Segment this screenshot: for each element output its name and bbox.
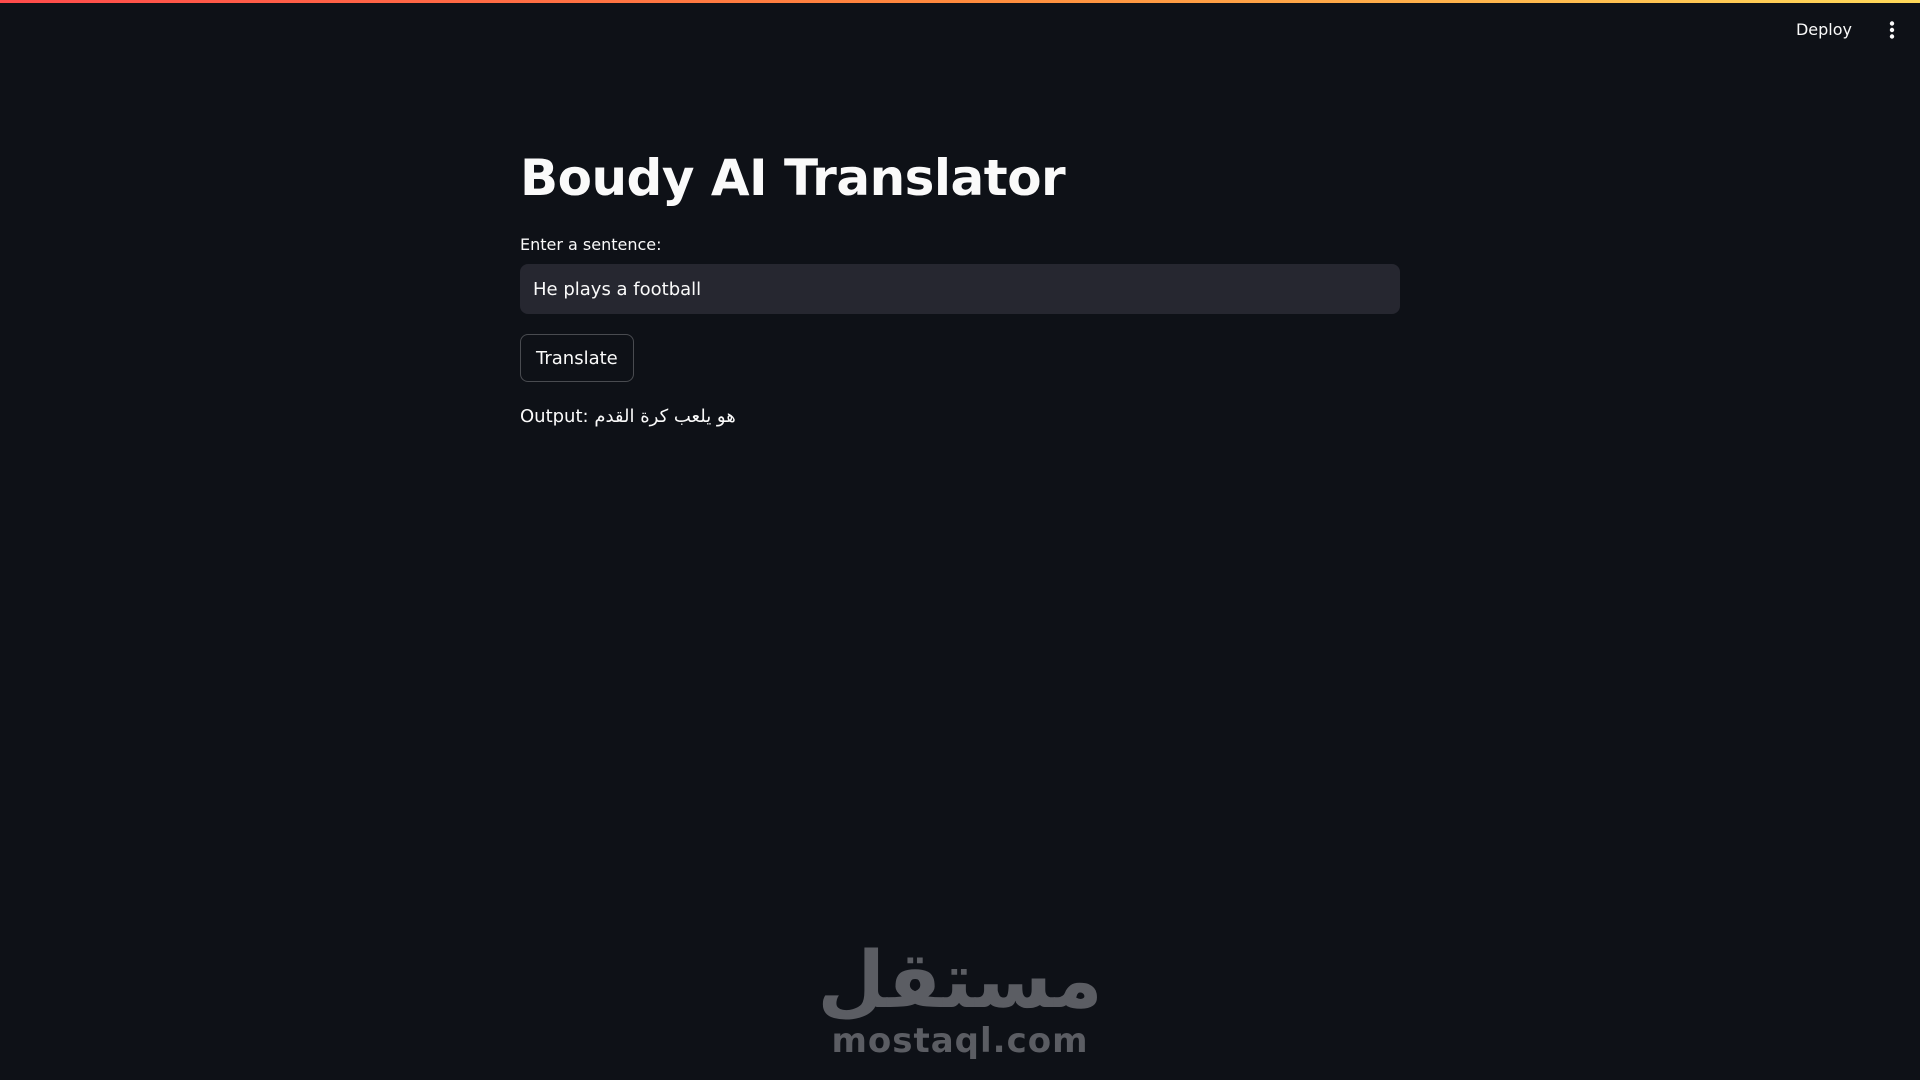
output-text: Output: هو يلعب كرة القدم xyxy=(520,406,736,427)
page-title: Boudy AI Translator xyxy=(520,149,1066,207)
main-menu-button[interactable] xyxy=(1876,14,1908,46)
translate-button[interactable]: Translate xyxy=(520,334,634,382)
watermark-logo: مستقل mostaql.com xyxy=(0,940,1920,1060)
sentence-input-label: Enter a sentence: xyxy=(520,235,662,254)
watermark-domain: mostaql.com xyxy=(831,1021,1089,1061)
watermark-arabic: مستقل xyxy=(817,936,1103,1026)
sentence-input[interactable] xyxy=(531,277,1389,301)
deploy-button[interactable]: Deploy xyxy=(1784,14,1864,46)
sentence-input-container xyxy=(520,264,1400,314)
kebab-menu-icon xyxy=(1889,21,1895,39)
app-header: Deploy xyxy=(0,0,1920,60)
main-content: Boudy AI Translator Enter a sentence: Tr… xyxy=(520,140,1400,430)
